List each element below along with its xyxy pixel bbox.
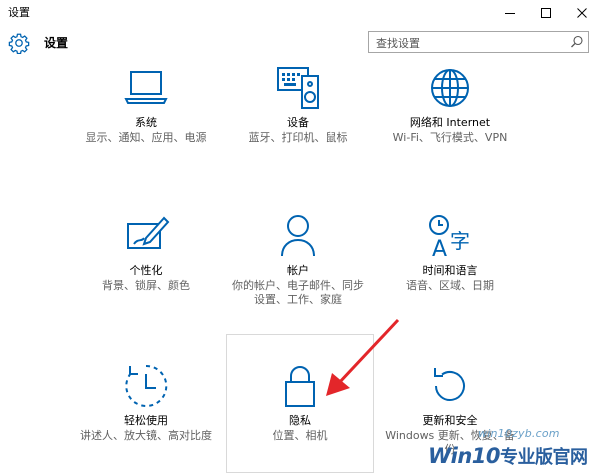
tile-label: 轻松使用: [124, 414, 168, 427]
tile-label: 系统: [135, 116, 157, 129]
tile-label: 更新和安全: [422, 414, 478, 427]
settings-header: 设置: [0, 25, 600, 65]
tile-time-language[interactable]: A 字 时间和语言 语音、区域、日期: [376, 212, 524, 293]
person-icon: [281, 215, 315, 257]
search-box[interactable]: [368, 31, 589, 54]
maximize-button[interactable]: [528, 0, 564, 25]
laptop-icon: [124, 71, 168, 104]
tile-personalization[interactable]: 个性化 背景、锁屏、颜色: [72, 212, 220, 293]
tile-label: 个性化: [129, 264, 163, 277]
page-title: 设置: [44, 36, 69, 50]
close-icon: [577, 7, 587, 18]
tile-description: 背景、锁屏、颜色: [102, 279, 190, 292]
personalization-icon: [127, 216, 170, 249]
svg-text:字: 字: [450, 229, 470, 253]
svg-text:A: A: [432, 237, 447, 260]
tile-label: 网络和 Internet: [409, 116, 491, 129]
tile-accounts[interactable]: 帐户 你的帐户、电子邮件、同步设置、工作、家庭: [224, 212, 372, 307]
tile-network[interactable]: 网络和 Internet Wi-Fi、飞行模式、VPN: [376, 64, 524, 145]
update-icon: [434, 368, 465, 401]
globe-icon: [431, 69, 469, 107]
minimize-button[interactable]: [492, 0, 528, 25]
devices-icon: [277, 67, 319, 109]
title-bar: 设置: [0, 0, 600, 25]
ease-of-access-icon: [125, 364, 168, 407]
watermark-url: win10zyb.com: [478, 427, 560, 440]
tile-description: 显示、通知、应用、电源: [85, 131, 207, 144]
gear-icon: [8, 33, 30, 54]
search-icon[interactable]: [570, 35, 584, 49]
watermark-suffix: 专业版官网: [500, 447, 588, 468]
tile-description: Wi-Fi、飞行模式、VPN: [392, 131, 508, 144]
tile-label: 设备: [287, 116, 309, 129]
search-input[interactable]: [369, 33, 566, 54]
tile-system[interactable]: 系统 显示、通知、应用、电源: [72, 64, 220, 145]
watermark-brand: Win10: [428, 444, 501, 468]
watermark-logo: Win10专业版官网: [428, 443, 588, 469]
maximize-icon: [541, 7, 551, 18]
tile-description: 蓝牙、打印机、鼠标: [248, 131, 348, 144]
tile-ease-of-access[interactable]: 轻松使用 讲述人、放大镜、高对比度: [72, 362, 220, 443]
tile-description: 语音、区域、日期: [406, 279, 494, 292]
minimize-icon: [505, 12, 515, 14]
lock-icon: [285, 366, 315, 407]
close-button[interactable]: [564, 0, 600, 25]
annotation-arrow: [326, 318, 400, 396]
tile-description: 讲述人、放大镜、高对比度: [80, 429, 212, 442]
tile-devices[interactable]: 设备 蓝牙、打印机、鼠标: [224, 64, 372, 145]
window-title: 设置: [8, 6, 30, 19]
time-language-icon: A 字: [429, 215, 470, 260]
tile-label: 帐户: [287, 264, 309, 277]
tile-label: 时间和语言: [422, 264, 478, 277]
tile-description: 位置、相机: [272, 429, 328, 442]
tile-description: 你的帐户、电子邮件、同步设置、工作、家庭: [232, 279, 364, 306]
tile-label: 隐私: [289, 414, 311, 427]
